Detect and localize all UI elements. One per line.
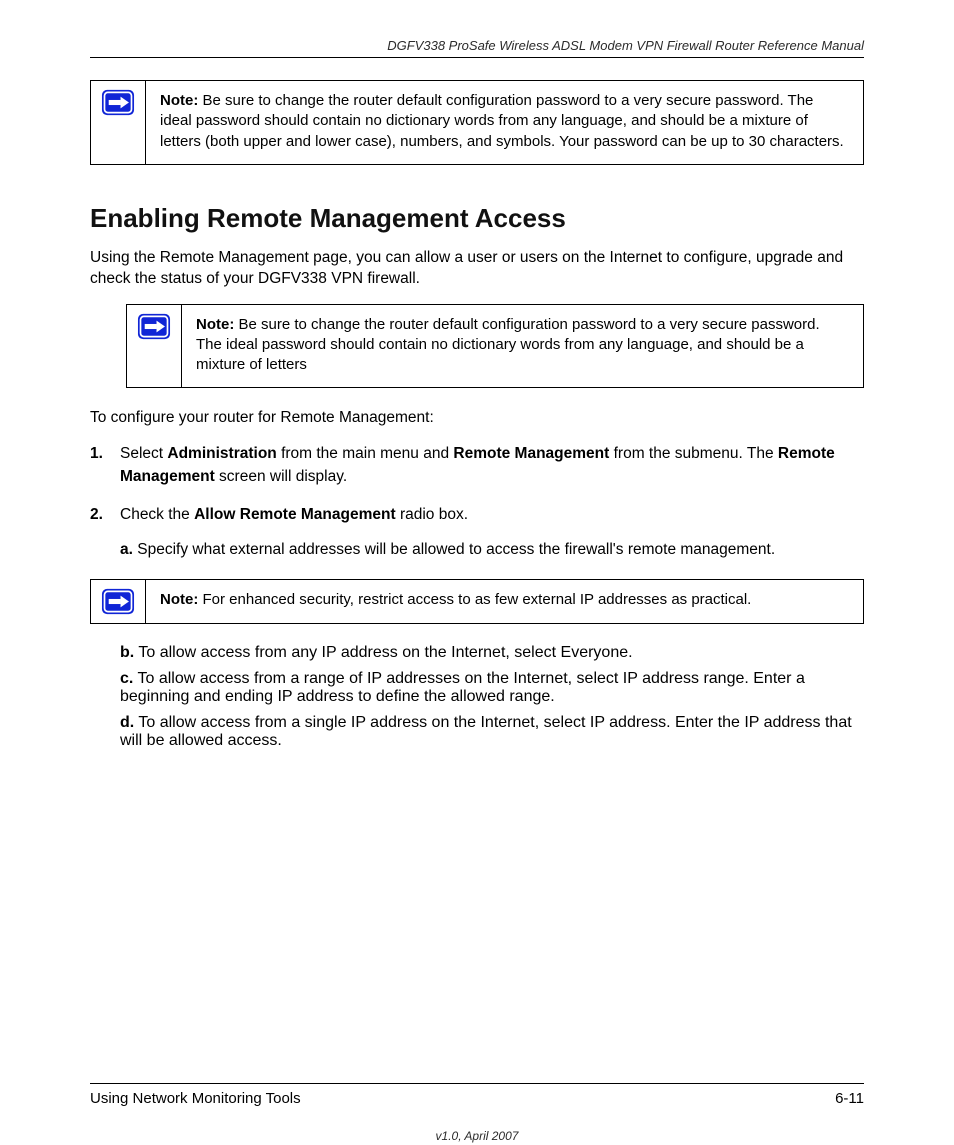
step-number: 1. (90, 443, 120, 488)
note-body: Be sure to change the router default con… (196, 316, 820, 374)
arrow-right-icon (137, 313, 171, 340)
note-box-1: Note: Be sure to change the router defau… (90, 80, 864, 165)
substep-text: To allow access from a single IP address… (120, 714, 852, 749)
note-text-2: Note: Be sure to change the router defau… (182, 305, 863, 388)
step-1: 1. Select Administration from the main m… (90, 443, 864, 488)
substep-letter: d. (120, 714, 134, 731)
footer-rule (90, 1083, 864, 1084)
note-body: For enhanced security, restrict access t… (198, 591, 751, 608)
substep-text: Specify what external addresses will be … (133, 541, 775, 558)
arrow-right-icon (101, 89, 135, 116)
substep-text: To allow access from any IP address on t… (134, 644, 632, 661)
running-header: DGFV338 ProSafe Wireless ADSL Modem VPN … (90, 38, 864, 57)
note-body: Be sure to change the router default con… (160, 92, 844, 150)
header-rule (90, 57, 864, 58)
substep-c: c. To allow access from a range of IP ad… (120, 670, 864, 706)
footer-left: Using Network Monitoring Tools (90, 1090, 301, 1107)
note-label: Note: (160, 92, 198, 109)
steps-intro: To configure your router for Remote Mana… (90, 408, 864, 429)
ui-label: Administration (167, 445, 276, 462)
ui-label: Remote Management (453, 445, 609, 462)
intro-paragraph: Using the Remote Management page, you ca… (90, 248, 864, 290)
text: Select (120, 445, 167, 462)
substep-b: b. To allow access from any IP address o… (120, 644, 864, 662)
arrow-right-icon (101, 588, 135, 615)
step-body: Check the Allow Remote Management radio … (120, 504, 864, 563)
page-footer: Using Network Monitoring Tools 6-11 v1.0… (90, 1083, 864, 1107)
text: from the main menu and (277, 445, 454, 462)
note-box-3: Note: For enhanced security, restrict ac… (90, 579, 864, 624)
page-number: 6-11 (835, 1090, 864, 1107)
text: screen will display. (215, 468, 347, 485)
substep-d: d. To allow access from a single IP addr… (120, 714, 864, 750)
substep-text: To allow access from a range of IP addre… (120, 670, 805, 705)
note-icon-cell (91, 81, 146, 164)
substeps: b. To allow access from any IP address o… (120, 644, 864, 750)
page: DGFV338 ProSafe Wireless ADSL Modem VPN … (0, 0, 954, 1145)
text: from the submenu. The (609, 445, 778, 462)
text: radio box. (396, 506, 468, 523)
substep-letter: a. (120, 541, 133, 558)
note-text-3: Note: For enhanced security, restrict ac… (146, 580, 863, 623)
ui-label: Allow Remote Management (194, 506, 396, 523)
note-text-1: Note: Be sure to change the router defau… (146, 81, 863, 164)
section-heading: Enabling Remote Management Access (90, 203, 864, 234)
step-2: 2. Check the Allow Remote Management rad… (90, 504, 864, 563)
ordered-steps: 1. Select Administration from the main m… (90, 443, 864, 563)
text: Check the (120, 506, 194, 523)
note-icon-cell (127, 305, 182, 388)
footer-meta: v1.0, April 2007 (90, 1129, 864, 1143)
step-body: Select Administration from the main menu… (120, 443, 864, 488)
substep-letter: c. (120, 670, 133, 687)
note-icon-cell (91, 580, 146, 623)
note-label: Note: (160, 591, 198, 608)
substep-letter: b. (120, 644, 134, 661)
note-box-2: Note: Be sure to change the router defau… (126, 304, 864, 389)
note-label: Note: (196, 316, 234, 333)
substep-a: a. Specify what external addresses will … (120, 539, 864, 561)
step-number: 2. (90, 504, 120, 563)
